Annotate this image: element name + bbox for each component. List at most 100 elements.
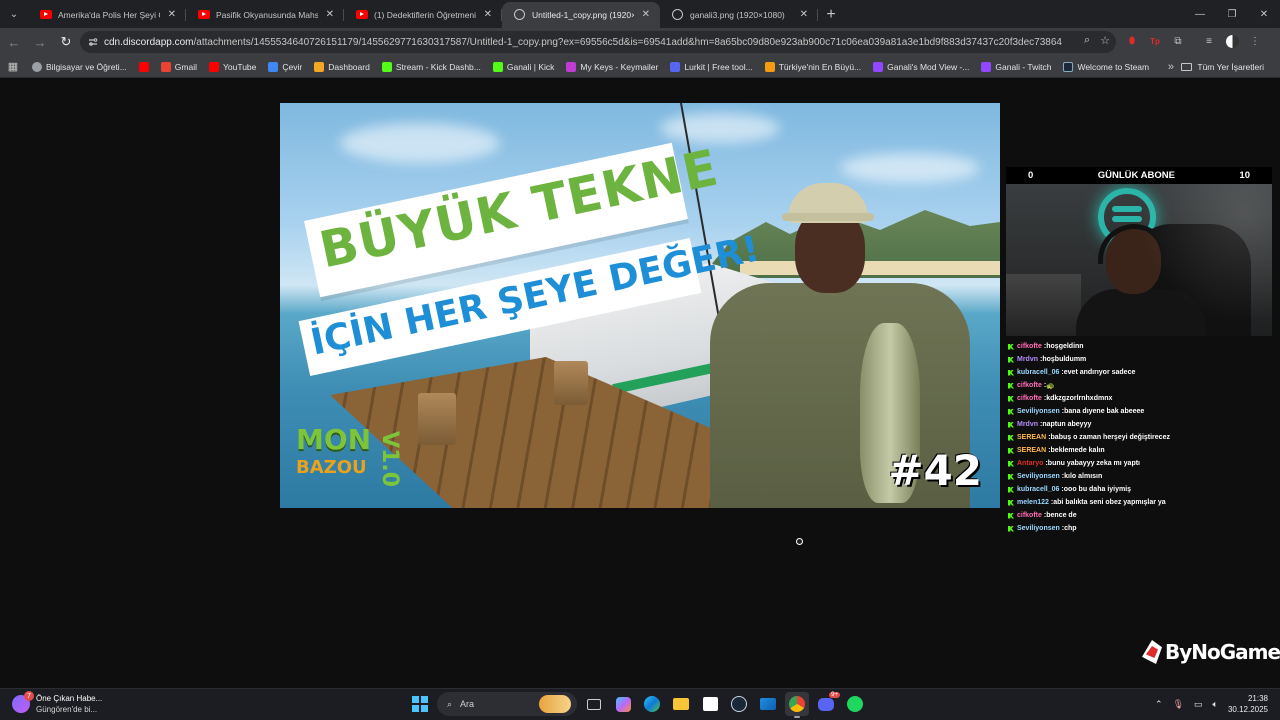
forward-icon[interactable]: → — [28, 30, 52, 54]
tab[interactable]: ganali3.png (1920×1080) ✕ — [660, 2, 818, 28]
bookmark[interactable]: Lurkit | Free tool... — [664, 58, 758, 76]
chat-text: kılo almısın — [1064, 473, 1103, 480]
taskbar-search[interactable]: ⌕ Ara — [437, 692, 577, 716]
bookmark[interactable]: Çevir — [262, 58, 308, 76]
sub-goal-min: 0 — [1028, 170, 1034, 181]
bookmark[interactable] — [133, 58, 155, 76]
search-placeholder: Ara — [460, 699, 475, 709]
chat-username: Seviliyonsen — [1017, 525, 1060, 532]
spotify-icon[interactable] — [843, 692, 867, 716]
apps-grid-icon[interactable]: ▦ — [0, 60, 26, 73]
kick-icon — [1008, 525, 1014, 532]
edge-icon[interactable] — [640, 692, 664, 716]
chrome-icon[interactable] — [785, 692, 809, 718]
bookmark[interactable]: My Keys - Keymailer — [560, 58, 664, 76]
bookmark[interactable]: YouTube — [203, 58, 262, 76]
tab-search-button[interactable]: ⌄ — [4, 4, 24, 24]
youtube-icon — [356, 10, 368, 19]
extension-tp-icon[interactable]: Tp — [1147, 33, 1163, 49]
chat-message: Mrdvn: naptun abeyyy — [1008, 418, 1276, 431]
tab[interactable]: Pasifik Okyanusunda Mahsur Kalan ✕ — [186, 2, 344, 28]
chat-username: Seviliyonsen — [1017, 473, 1060, 480]
store-icon — [764, 61, 775, 72]
file-explorer-icon[interactable] — [669, 692, 693, 716]
tab[interactable]: (1) Dedektiflerin Öğretmenin İçin ✕ — [344, 2, 502, 28]
bookmark-label: YouTube — [222, 61, 257, 72]
dashboard-icon — [314, 61, 325, 72]
close-icon[interactable]: ✕ — [800, 9, 808, 20]
copilot-icon[interactable] — [611, 692, 635, 716]
chat-username: melen122 — [1017, 499, 1049, 506]
discord-badge: 9+ — [829, 692, 840, 698]
mail-icon[interactable] — [756, 692, 780, 716]
youtube-icon — [40, 10, 52, 19]
all-bookmarks-button[interactable]: Tüm Yer İşaretleri — [1175, 58, 1270, 76]
store-icon[interactable] — [698, 692, 722, 716]
profile-avatar[interactable] — [1224, 33, 1240, 49]
chat-text: bunu yabayyy zeka mı yaptı — [1047, 460, 1140, 467]
chat-username: cifkofte — [1017, 395, 1042, 402]
tab[interactable]: Amerika'da Polis Her Şeyi Görüyor ✕ — [28, 2, 186, 28]
reload-icon[interactable]: ↻ — [54, 30, 78, 54]
tray-overflow-icon[interactable]: ⌃ — [1155, 699, 1163, 710]
chat-message: kubracell_06: evet andırıyor sadece — [1008, 366, 1276, 379]
extension-red-icon[interactable]: ⬮ — [1124, 33, 1140, 49]
kick-icon — [1008, 343, 1014, 350]
windows-taskbar: 7 Öne Çıkan Habe... Güngören'de bi... ⌕ … — [0, 688, 1280, 720]
steam-icon — [1063, 61, 1074, 72]
new-tab-button[interactable]: + — [818, 2, 844, 28]
zoom-icon[interactable]: ⌕ — [1084, 34, 1090, 47]
media-icon[interactable]: ≡ — [1201, 33, 1217, 49]
chat-username: Mrdvn — [1017, 356, 1038, 363]
bookmark-label: Welcome to Steam — [1077, 61, 1150, 72]
bookmark[interactable]: Bilgisayar ve Öğreti... — [26, 58, 133, 76]
chat-message: Antaryo: bunu yabayyy zeka mı yaptı — [1008, 457, 1276, 470]
close-icon[interactable]: ✕ — [484, 9, 492, 20]
close-icon[interactable]: ✕ — [642, 9, 650, 20]
youtube-thumbnail[interactable]: BÜYÜK TEKNE İÇİN HER ŞEYE DEĞER! MON BAZ… — [280, 103, 1000, 508]
close-icon[interactable]: ✕ — [326, 9, 334, 20]
microphone-icon[interactable]: 🎙︎ — [1173, 699, 1184, 710]
back-icon[interactable]: ← — [2, 30, 26, 54]
bookmark[interactable]: Ganali's Mod View -... — [867, 58, 975, 76]
chat-message: Seviliyonsen: kılo almısın — [1008, 470, 1276, 483]
episode-number: #42 — [888, 446, 982, 495]
bookmark[interactable]: Welcome to Steam — [1057, 58, 1155, 76]
extensions-icon[interactable]: ⧉ — [1170, 33, 1186, 49]
clock[interactable]: 21:38 30.12.2025 — [1228, 693, 1268, 715]
close-icon[interactable]: ✕ — [168, 9, 176, 20]
start-button[interactable] — [408, 692, 432, 716]
restore-icon[interactable]: ❐ — [1216, 0, 1248, 28]
lurkit-icon — [670, 61, 681, 72]
news-widget[interactable]: 7 Öne Çıkan Habe... Güngören'de bi... — [12, 691, 102, 715]
search-icon: ⌕ — [447, 698, 453, 709]
bynogame-text: ByNoGame — [1165, 640, 1280, 664]
address-bar[interactable]: cdn.discordapp.com/attachments/145553464… — [80, 31, 1116, 53]
steam-icon[interactable] — [727, 692, 751, 716]
chat-message: cifkofte: kdkzgzorlrnhxdmnx — [1008, 392, 1276, 405]
menu-icon[interactable]: ⋮ — [1247, 33, 1263, 49]
chat-message: cifkofte: hoşgeldinn — [1008, 340, 1276, 353]
volume-icon[interactable]: 🔈︎ — [1213, 699, 1218, 710]
bookmark-star-icon[interactable]: ☆ — [1100, 34, 1110, 47]
bookmark[interactable]: Gmail — [155, 58, 203, 76]
discord-icon[interactable]: 9+ — [814, 692, 840, 716]
sub-goal-max: 10 — [1239, 170, 1250, 181]
close-window-icon[interactable]: ✕ — [1248, 0, 1280, 28]
bookmark[interactable]: Dashboard — [308, 58, 376, 76]
tab-active[interactable]: Untitled-1_copy.png (1920×1080) ✕ — [502, 2, 660, 28]
site-info-icon[interactable] — [88, 37, 98, 47]
bookmark[interactable]: Türkiye'nin En Büyü... — [759, 58, 867, 76]
more-bookmarks-icon[interactable]: » — [1168, 61, 1174, 73]
bookmark[interactable]: Ganali - Twitch — [975, 58, 1057, 76]
folder-icon — [1181, 62, 1193, 71]
minimize-icon[interactable]: — — [1184, 0, 1216, 28]
mouse-cursor — [796, 538, 803, 545]
bookmark[interactable]: Ganali | Kick — [487, 58, 561, 76]
dock-post — [554, 361, 588, 405]
bookmark[interactable]: Stream - Kick Dashb... — [376, 58, 487, 76]
chat-username: kubracell_06 — [1017, 369, 1060, 376]
display-icon[interactable]: ▭ — [1194, 699, 1203, 710]
task-view-icon[interactable] — [582, 692, 606, 716]
tab-title: (1) Dedektiflerin Öğretmenin İçin — [374, 10, 476, 20]
